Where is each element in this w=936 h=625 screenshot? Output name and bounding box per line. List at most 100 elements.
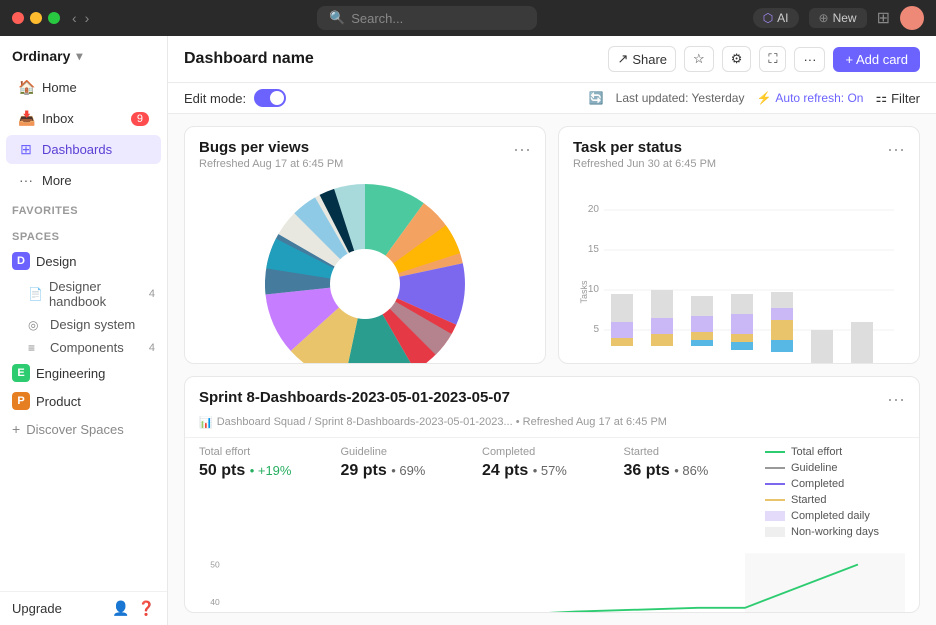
design-system-label: Design system: [50, 317, 135, 332]
discover-spaces[interactable]: + Discover Spaces: [0, 415, 167, 443]
prod-space-icon: P: [12, 392, 30, 410]
settings-button[interactable]: ⚙: [722, 46, 752, 72]
stat-started: Started 36 pts • 86%: [624, 446, 766, 542]
sidebar-space-product[interactable]: P Product: [0, 387, 167, 415]
maximize-dot[interactable]: [48, 12, 60, 24]
pie-chart: [185, 174, 545, 364]
sprint-meta: 📊 Dashboard Squad / Sprint 8-Dashboards-…: [185, 414, 919, 437]
sprint-meta-text: Dashboard Squad / Sprint 8-Dashboards-20…: [217, 416, 667, 428]
legend-completed: Completed: [765, 478, 905, 490]
home-icon: 🏠: [18, 79, 34, 96]
sidebar-item-dashboards[interactable]: ⊞ Dashboards: [6, 135, 161, 164]
legend-label: Completed: [791, 478, 844, 490]
sidebar: Ordinary ▾ 🏠 Home 📥 Inbox 9 ⊞ Dashboards…: [0, 36, 168, 625]
legend-dashed-icon: [765, 467, 785, 469]
more-button[interactable]: ···: [794, 47, 825, 72]
sidebar-bottom-icons: 👤 ❓: [112, 600, 155, 617]
main-content: Dashboard name ↗ Share ☆ ⚙ ⛶ ··· +: [168, 36, 936, 625]
question-icon[interactable]: ❓: [138, 600, 155, 617]
svg-text:15: 15: [588, 244, 600, 255]
task-card-subtitle: Refreshed Jun 30 at 6:45 PM: [573, 158, 716, 170]
filter-button[interactable]: ⚏ Filter: [875, 90, 920, 106]
sidebar-item-more[interactable]: ··· More: [6, 166, 161, 194]
toggle-knob: [270, 91, 284, 105]
expand-button[interactable]: ⛶: [759, 46, 786, 72]
count-badge: 4: [149, 288, 155, 300]
task-card-menu[interactable]: ···: [887, 139, 905, 160]
legend-line-icon: [765, 499, 785, 501]
back-icon[interactable]: ‹: [72, 10, 77, 26]
stat-label: Started: [624, 446, 750, 458]
new-button[interactable]: ⊕ New: [809, 8, 867, 28]
upgrade-button[interactable]: Upgrade: [12, 601, 104, 616]
sidebar-space-design[interactable]: D Design: [0, 247, 167, 275]
sidebar-sub-design-system[interactable]: ◎ Design system: [0, 313, 167, 336]
auto-refresh-icon: ⚡: [756, 91, 771, 105]
edit-mode-label: Edit mode:: [184, 91, 246, 106]
stat-total-effort: Total effort 50 pts • +19%: [199, 446, 341, 542]
doc-icon: 📄: [28, 287, 43, 301]
sidebar-space-engineering[interactable]: E Engineering: [0, 359, 167, 387]
svg-text:10: 10: [588, 284, 600, 295]
sidebar-item-home[interactable]: 🏠 Home: [6, 73, 161, 102]
add-card-button[interactable]: + Add card: [833, 47, 920, 72]
titlebar-right: ⬡ AI ⊕ New ⊞: [753, 6, 924, 30]
positive-change: • +19%: [250, 463, 292, 478]
plus-icon: +: [12, 421, 20, 437]
workspace-name[interactable]: Ordinary ▾: [0, 40, 167, 72]
task-card-title: Task per status: [573, 139, 716, 156]
sidebar-bottom: Upgrade 👤 ❓: [0, 591, 167, 625]
grid-icon[interactable]: ⊞: [877, 8, 890, 28]
user-icon[interactable]: 👤: [112, 600, 129, 617]
minimize-dot[interactable]: [30, 12, 42, 24]
sidebar-sub-components[interactable]: ≡ Components 4: [0, 336, 167, 359]
status-info: 🔄 Last updated: Yesterday ⚡ Auto refresh…: [589, 90, 920, 106]
more-icon: ···: [18, 172, 34, 188]
sprint-card-menu[interactable]: ···: [887, 389, 905, 410]
main-header: Dashboard name ↗ Share ☆ ⚙ ⛶ ··· +: [168, 36, 936, 83]
bugs-card-menu[interactable]: ···: [513, 139, 531, 160]
edit-mode-toggle[interactable]: [254, 89, 286, 107]
search-icon: 🔍: [329, 10, 345, 26]
share-button[interactable]: ↗ Share: [608, 46, 676, 72]
filter-icon: ⚏: [875, 90, 887, 106]
dashboard-grid: Bugs per views Refreshed Aug 17 at 6:45 …: [168, 114, 936, 625]
legend-label: Guideline: [791, 462, 837, 474]
legend-label: Started: [791, 494, 826, 506]
bugs-card-header: Bugs per views Refreshed Aug 17 at 6:45 …: [185, 127, 545, 174]
new-label: New: [833, 11, 857, 25]
nav-arrows: ‹ ›: [72, 10, 89, 26]
close-dot[interactable]: [12, 12, 24, 24]
stat-guideline: Guideline 29 pts • 69%: [341, 446, 483, 542]
plus-icon: ⊕: [819, 11, 829, 25]
share-label: Share: [632, 52, 667, 67]
legend-line-icon: [765, 483, 785, 485]
ai-label: AI: [777, 11, 788, 25]
stat-value: 50 pts • +19%: [199, 462, 325, 480]
components-label: Components: [50, 340, 124, 355]
sprint-line-chart: 50 40 30: [185, 546, 919, 614]
sidebar-sub-handbook[interactable]: 📄 Designer handbook 4: [0, 275, 167, 313]
ai-badge[interactable]: ⬡ AI: [753, 8, 799, 28]
stat-value: 36 pts • 86%: [624, 462, 750, 480]
stat-label: Total effort: [199, 446, 325, 458]
star-button[interactable]: ☆: [684, 46, 714, 72]
sidebar-item-inbox[interactable]: 📥 Inbox 9: [6, 104, 161, 133]
task-card: Task per status Refreshed Jun 30 at 6:45…: [558, 126, 920, 364]
inbox-icon: 📥: [18, 110, 34, 127]
stat-label: Guideline: [341, 446, 467, 458]
search-input[interactable]: [351, 11, 525, 26]
legend-area-icon: [765, 527, 785, 537]
inbox-badge: 9: [131, 112, 149, 126]
svg-text:5: 5: [593, 324, 599, 335]
design-space-icon: D: [12, 252, 30, 270]
stat-completed: Completed 24 pts • 57%: [482, 446, 624, 542]
forward-icon[interactable]: ›: [85, 10, 90, 26]
legend-total-effort: Total effort: [765, 446, 905, 458]
favorites-section: Favorites: [0, 195, 167, 221]
auto-refresh-status[interactable]: ⚡ Auto refresh: On: [756, 91, 863, 105]
search-box[interactable]: 🔍: [317, 6, 537, 30]
page-title: Dashboard name: [184, 50, 314, 68]
legend-line-icon: [765, 451, 785, 453]
avatar[interactable]: [900, 6, 924, 30]
